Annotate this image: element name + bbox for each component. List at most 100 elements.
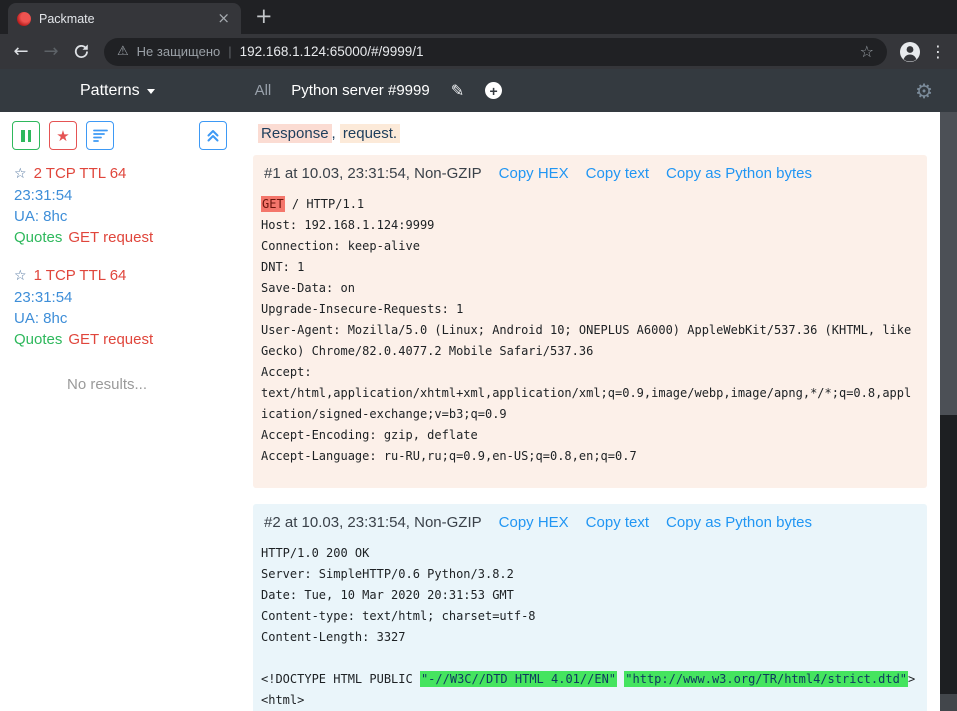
- packet-title: #2 at 10.03, 23:31:54, Non-GZIP: [264, 514, 482, 531]
- add-pattern-button[interactable]: +: [485, 82, 502, 99]
- packet-text-segment: Server: SimpleHTTP/0.6 Python/3.8.2: [261, 567, 514, 581]
- omnibox-divider: |: [228, 44, 231, 59]
- pause-icon: [21, 130, 31, 142]
- packet-line: <!DOCTYPE HTML PUBLIC "-//W3C//DTD HTML …: [261, 669, 917, 690]
- highlighted-match: "http://www.w3.org/TR/html4/strict.dtd": [624, 671, 908, 687]
- copy-action-link[interactable]: Copy HEX: [499, 165, 569, 182]
- packet-text-segment: User-Agent: Mozilla/5.0 (Linux; Android …: [261, 323, 918, 358]
- packet-line: Host: 192.168.1.124:9999: [261, 215, 917, 236]
- packet-list: #1 at 10.03, 23:31:54, Non-GZIP Copy HEX…: [253, 155, 927, 711]
- browser-tab[interactable]: Packmate ×: [8, 3, 241, 34]
- favorites-filter-button[interactable]: ★: [49, 121, 77, 150]
- favorite-star-icon[interactable]: ☆: [14, 268, 27, 284]
- packet-text-segment: Accept-Encoding: gzip, deflate: [261, 428, 478, 442]
- capture-list-item[interactable]: ☆ 2 TCP TTL 64 23:31:54UA: 8hc Quotes GET re…: [14, 163, 236, 248]
- packet-text-segment: <html>: [261, 693, 304, 707]
- capture-user-agent: UA: 8hc: [14, 308, 236, 329]
- packet-line: DNT: 1: [261, 257, 917, 278]
- settings-gear-icon[interactable]: ⚙: [915, 79, 933, 103]
- scrollbar-thumb[interactable]: [940, 112, 957, 415]
- tab-all[interactable]: All: [255, 82, 272, 99]
- captures-sidebar: ★ ☆2 TCP TTL 6423:31:54UA: 8hcQuotesGET …: [0, 112, 236, 711]
- packet-card-header: #2 at 10.03, 23:31:54, Non-GZIP Copy HEX…: [264, 514, 917, 531]
- not-secure-warning-icon: ⚠: [117, 44, 129, 59]
- capture-user-agent: UA: 8hc: [14, 206, 236, 227]
- packet-line: HTTP/1.0 200 OK: [261, 543, 917, 564]
- patterns-dropdown[interactable]: Patterns: [80, 82, 155, 100]
- capture-list-item[interactable]: ☆1 TCP TTL 6423:31:54UA: 8hcQuotesGET re…: [14, 265, 236, 350]
- packet-text-segment: Connection: keep-alive: [261, 239, 420, 253]
- packet-card-header: #1 at 10.03, 23:31:54, Non-GZIP Copy HEX…: [264, 165, 917, 182]
- packet-text-segment: DNT: 1: [261, 260, 304, 274]
- tab-close-icon[interactable]: ×: [215, 9, 232, 28]
- capture-tags: QuotesGET request: [14, 329, 236, 350]
- packet-text-segment: Content-Length: 3327: [261, 630, 406, 644]
- favorite-star-icon[interactable]: ☆: [14, 166, 27, 182]
- packet-text-segment: Upgrade-Insecure-Requests: 1: [261, 302, 463, 316]
- packet-text-segment: / HTTP/1.1: [285, 197, 364, 211]
- no-results-label: No results...: [0, 376, 214, 393]
- packet-actions: Copy HEX Copy text Copy as Python bytes: [499, 165, 812, 182]
- packmate-favicon-icon: [17, 12, 31, 26]
- copy-action-link[interactable]: Copy text: [586, 165, 649, 182]
- packet-text-segment: Host: 192.168.1.124:9999: [261, 218, 434, 232]
- browser-tab-strip: Packmate × +: [0, 0, 957, 34]
- forward-button[interactable]: →: [36, 37, 66, 67]
- filter-button[interactable]: [86, 121, 114, 150]
- back-button[interactable]: ←: [6, 37, 36, 67]
- pattern-name[interactable]: request.: [340, 124, 400, 143]
- packet-line: Server: SimpleHTTP/0.6 Python/3.8.2: [261, 564, 917, 585]
- copy-action-link[interactable]: Copy as Python bytes: [666, 165, 812, 182]
- packet-body: GET / HTTP/1.1 Host: 192.168.1.124:9999 Co…: [261, 194, 917, 467]
- tab-title: Packmate: [39, 12, 207, 26]
- edit-pattern-pencil-icon[interactable]: ✎: [451, 81, 464, 100]
- new-tab-button[interactable]: +: [255, 6, 273, 27]
- capture-title: 2 TCP TTL 64: [34, 165, 127, 182]
- capture-tag: GET request: [68, 331, 153, 348]
- highlighted-match: GET: [261, 196, 285, 212]
- packet-text-segment: Date: Tue, 10 Mar 2020 20:31:53 GMT: [261, 588, 514, 602]
- sidebar-toolbar: ★: [0, 121, 236, 150]
- caret-down-icon: [147, 89, 155, 94]
- copy-action-link[interactable]: Copy text: [586, 514, 649, 531]
- copy-action-link[interactable]: Copy HEX: [499, 514, 569, 531]
- packet-card: #2 at 10.03, 23:31:54, Non-GZIP Copy HEX…: [253, 504, 927, 711]
- capture-tag: Quotes: [14, 229, 62, 246]
- packet-body: HTTP/1.0 200 OK Server: SimpleHTTP/0.6 Py…: [261, 543, 917, 711]
- browser-menu-button[interactable]: ⋮: [925, 37, 951, 67]
- packet-text-segment: Accept: text/html,application/xhtml+xml,…: [261, 365, 911, 421]
- security-label[interactable]: Не защищено: [137, 44, 221, 59]
- collapse-sidebar-button[interactable]: [199, 121, 227, 150]
- url-text[interactable]: 192.168.1.124:65000/#/9999/1: [240, 44, 843, 59]
- bookmark-star-icon[interactable]: ☆: [851, 42, 883, 61]
- profile-avatar[interactable]: [895, 37, 925, 67]
- capture-tags: Quotes GET request: [14, 227, 236, 248]
- packet-line: GET / HTTP/1.1: [261, 194, 917, 215]
- pattern-name[interactable]: Response: [258, 124, 332, 143]
- packet-text-segment: Content-type: text/html; charset=utf-8: [261, 609, 536, 623]
- pause-capture-button[interactable]: [12, 121, 40, 150]
- packet-text-segment: >: [908, 672, 915, 686]
- capture-title-row: ☆1 TCP TTL 64: [14, 265, 236, 287]
- scroll-down-button[interactable]: [940, 694, 957, 711]
- patterns-label: Patterns: [80, 82, 140, 100]
- copy-action-link[interactable]: Copy as Python bytes: [666, 514, 812, 531]
- packet-line: Accept-Language: ru-RU,ru;q=0.9,en-US;q=…: [261, 446, 917, 467]
- filter-lines-icon: [93, 128, 108, 143]
- app-header: Patterns All Python server #9999 ✎ + ⚙: [0, 69, 957, 112]
- content-area: ★ ☆2 TCP TTL 6423:31:54UA: 8hcQuotesGET …: [0, 112, 957, 711]
- packet-line: <html>: [261, 690, 917, 711]
- highlighted-match: "-//W3C//DTD HTML 4.01//EN": [420, 671, 617, 687]
- packet-line: Content-type: text/html; charset=utf-8: [261, 606, 917, 627]
- capture-time: 23:31:54: [14, 185, 236, 206]
- tab-python-server[interactable]: Python server #9999: [291, 82, 429, 99]
- browser-window: Packmate × + ← → ⚠ Не защищено | 192.168…: [0, 0, 957, 69]
- reload-button[interactable]: [66, 37, 96, 67]
- packet-line: Accept-Encoding: gzip, deflate: [261, 425, 917, 446]
- capture-list: ☆2 TCP TTL 6423:31:54UA: 8hcQuotesGET re…: [0, 150, 236, 350]
- scrollbar-track[interactable]: [940, 112, 957, 711]
- capture-tag: GET request: [68, 229, 153, 246]
- packet-line: User-Agent: Mozilla/5.0 (Linux; Android …: [261, 320, 917, 362]
- packet-text-segment: <!DOCTYPE HTML PUBLIC: [261, 672, 420, 686]
- address-bar[interactable]: ⚠ Не защищено | 192.168.1.124:65000/#/99…: [104, 38, 887, 66]
